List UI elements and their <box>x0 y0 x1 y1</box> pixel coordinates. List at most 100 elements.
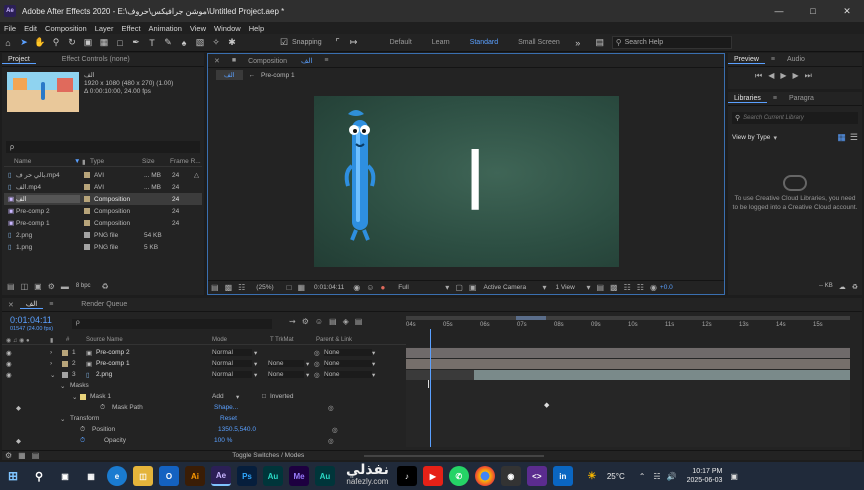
subtab-current[interactable]: الف <box>216 70 243 80</box>
current-time[interactable]: 0:01:04:11 <box>314 284 344 291</box>
reset-link[interactable]: Reset <box>220 415 237 422</box>
exposure-icon[interactable]: ◉ <box>647 283 660 292</box>
view-layout-dropdown[interactable]: 1 View <box>555 284 583 291</box>
whatsapp-icon[interactable]: ✆ <box>448 466 469 486</box>
keyframe-nav-icon[interactable]: ◆ <box>2 404 36 412</box>
subtab-precomp[interactable]: Pre-comp 1 <box>261 72 295 79</box>
menu-animation[interactable]: Animation <box>145 24 186 33</box>
transparency-grid-icon[interactable]: ▦ <box>294 283 308 292</box>
pen-tool-icon[interactable]: ✒ <box>128 35 144 51</box>
camera-dropdown[interactable]: Active Camera <box>483 284 539 291</box>
weather-temp[interactable]: 25°C <box>607 472 625 481</box>
chevron-down-icon[interactable]: ▾ <box>372 349 375 357</box>
mode-dropdown[interactable]: Normal <box>212 349 252 356</box>
eraser-tool-icon[interactable]: ▧ <box>192 35 208 51</box>
pickwhip-icon[interactable]: ◎ <box>328 404 334 412</box>
photoshop-app-icon[interactable]: Ps <box>237 466 257 486</box>
header-num[interactable]: # <box>66 337 86 343</box>
menu-view[interactable]: View <box>186 24 210 33</box>
next-frame-icon[interactable]: ▶ <box>790 71 802 81</box>
resolution-dropdown[interactable]: Full <box>398 284 442 291</box>
work-area-range[interactable] <box>516 316 546 320</box>
wifi-icon[interactable]: ☵ <box>653 472 660 481</box>
close-tab-icon[interactable]: ✕ <box>2 301 20 309</box>
comp-flowchart-icon[interactable]: ⇝ <box>286 317 299 326</box>
chevron-down-icon[interactable]: ▾ <box>306 360 314 368</box>
list-item[interactable]: ▯ 1.png PNG file 5 KB <box>4 241 202 253</box>
chevron-down-icon[interactable]: ▾ <box>306 371 314 379</box>
roto-brush-tool-icon[interactable]: ✧ <box>208 35 224 51</box>
windows-start-icon[interactable]: ⊞ <box>3 466 23 486</box>
menu-help[interactable]: Help <box>245 24 268 33</box>
library-search-field[interactable]: ⚲ Search Current Library <box>732 112 858 124</box>
graph-editor-icon[interactable]: ▤ <box>352 317 366 326</box>
timecode[interactable]: 0:01:04:11 <box>10 315 52 325</box>
after-effects-taskbar-icon[interactable]: Ae <box>211 466 231 486</box>
tab-timeline[interactable]: الف <box>19 300 44 309</box>
edge-icon[interactable]: e <box>107 466 127 486</box>
mask-row[interactable]: ⌄ Mask 1 Add ▾ □ Inverted <box>2 391 406 402</box>
viewer[interactable]: ا <box>314 96 619 267</box>
search-icon[interactable]: ⚲ <box>29 466 49 486</box>
color-depth-icon[interactable]: ▬ <box>58 282 72 291</box>
layer-row[interactable]: ◉ › 2 ▣ Pre-comp 1 Normal ▾ None ▾ ◎ None ▾ <box>2 358 406 369</box>
expand-chevron-icon[interactable]: ⌄ <box>72 393 80 401</box>
inverted-checkbox[interactable]: □ <box>262 393 270 400</box>
mask-color-chip[interactable] <box>80 393 86 400</box>
snap-options-icon[interactable]: ⌜ <box>330 35 346 51</box>
property-group-transform[interactable]: ⌄ Transform Reset <box>2 413 406 424</box>
expand-chevron-icon[interactable]: › <box>50 349 58 356</box>
visibility-icon[interactable]: ◉ <box>2 349 14 357</box>
rectangle-tool-icon[interactable]: □ <box>112 35 128 51</box>
hand-tool-icon[interactable]: ✋ <box>32 35 48 51</box>
layer-bar-precomp-1[interactable] <box>406 359 850 369</box>
tab-project[interactable]: Project <box>2 56 36 64</box>
stopwatch-active-icon[interactable]: ⏱ <box>36 437 92 445</box>
layer-bar-png[interactable] <box>406 370 474 380</box>
position-value[interactable]: 1350.5,540.0 <box>218 426 332 433</box>
list-item-selected[interactable]: ▣ الف Composition 24 <box>4 193 202 205</box>
monitor-icon[interactable]: ▩ <box>222 283 236 292</box>
menu-edit[interactable]: Edit <box>20 24 41 33</box>
chevron-down-icon[interactable]: ▾ <box>773 134 777 142</box>
keyframe-diamond-icon[interactable]: ◆ <box>544 401 549 409</box>
list-item[interactable]: ▣ Pre-comp 2 Composition 24 <box>4 205 202 217</box>
label-chip[interactable] <box>62 371 68 378</box>
view-chevron-icon[interactable]: ▾ <box>583 283 593 292</box>
prev-frame-icon[interactable]: ◀ <box>765 71 777 81</box>
mask-shape-value[interactable]: Shape... <box>214 404 328 411</box>
stopwatch-icon[interactable]: ⏱ <box>2 426 92 434</box>
header-parent[interactable]: Parent & Link <box>316 337 352 343</box>
color-channels-icon[interactable]: ● <box>377 283 388 292</box>
workspace-small-screen[interactable]: Small Screen <box>508 39 570 46</box>
search-help-field[interactable]: ⚲ Search Help <box>611 36 732 49</box>
layer-name[interactable]: 2.png <box>96 371 212 378</box>
header-frame-rate[interactable]: Frame R... <box>170 158 201 165</box>
play-icon[interactable]: ▶ <box>777 71 789 81</box>
motion-blur-icon[interactable]: ◈ <box>340 317 352 326</box>
draft-3d-icon[interactable]: ⚙ <box>299 317 312 326</box>
menu-layer[interactable]: Layer <box>91 24 118 33</box>
chevron-down-icon[interactable]: ▾ <box>372 371 375 379</box>
snapshot-icon[interactable]: ◉ <box>350 283 363 292</box>
grid-icon[interactable]: ☷ <box>235 283 248 292</box>
media-encoder-app-icon[interactable]: Me <box>289 466 309 486</box>
parent-dropdown[interactable]: None <box>324 371 372 378</box>
visibility-icon[interactable]: ◉ <box>2 360 14 368</box>
clock[interactable]: 10:17 PM 2025-06-03 <box>687 467 723 485</box>
mask-mode-dropdown[interactable]: Add <box>212 393 236 400</box>
interpret-footage-icon[interactable]: ▤ <box>4 282 18 291</box>
chrome-icon[interactable] <box>474 466 495 486</box>
header-type[interactable]: Type <box>90 158 142 165</box>
property-row[interactable]: ⏱ Position 1350.5,540.0 ◎ <box>2 424 406 435</box>
new-composition-icon[interactable]: ▣ <box>31 282 45 291</box>
expand-chevron-icon[interactable]: ⌄ <box>60 382 70 390</box>
tiktok-icon[interactable]: ♪ <box>396 466 417 486</box>
chevron-down-icon[interactable]: ▾ <box>372 360 375 368</box>
tab-composition[interactable]: Composition الف <box>242 57 318 65</box>
timeline-link-icon[interactable]: ☷ <box>621 283 634 292</box>
menu-composition[interactable]: Composition <box>41 24 91 33</box>
puppet-pin-tool-icon[interactable]: ✱ <box>224 35 240 51</box>
panel-menu-icon[interactable]: ≡ <box>767 95 783 102</box>
layer-row[interactable]: ◉ ⌄ 3 ▯ 2.png Normal ▾ None ▾ ◎ None ▾ <box>2 369 406 380</box>
